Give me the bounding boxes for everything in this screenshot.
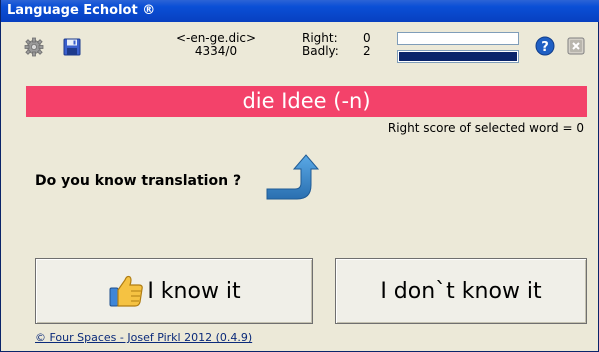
title-bar: Language Echolot ® [1,0,599,22]
right-progress-bar [397,32,519,45]
score-values: 0 2 [363,32,371,58]
curved-arrow-up-icon [266,154,320,200]
badly-progress-bar [397,50,519,63]
help-icon[interactable]: ? [535,36,555,56]
word-right-score: Right score of selected word = 0 [387,121,584,135]
badly-count: 2 [363,44,371,58]
credits-link[interactable]: © Four Spaces - Josef Pirkl 2012 (0.4.9) [35,331,252,344]
dictionary-info: <-en-ge.dic> 4334/0 [161,32,271,58]
word-banner: die Idee (-n) [26,86,587,117]
score-labels: Right: Badly: [302,32,339,58]
window-title: Language Echolot ® [7,3,156,18]
dont-know-it-button[interactable]: I don`t know it [335,258,587,324]
badly-progress-fill [399,52,517,61]
know-it-label: I know it [147,278,241,304]
know-it-button[interactable]: I know it [35,258,313,324]
gear-icon[interactable] [23,36,45,58]
current-word: die Idee (-n) [242,89,371,113]
app-window: Language Echolot ® <-en-ge.dic> 4334/0 R… [0,0,599,352]
svg-text:?: ? [541,40,549,55]
word-counter: 4334/0 [194,44,238,58]
close-icon[interactable] [567,37,585,55]
dont-know-it-label: I don`t know it [380,278,542,304]
translation-question: Do you know translation ? [35,173,242,189]
badly-label: Badly: [302,44,339,58]
floppy-disk-icon[interactable] [61,36,83,58]
thumbs-up-icon [109,275,144,307]
